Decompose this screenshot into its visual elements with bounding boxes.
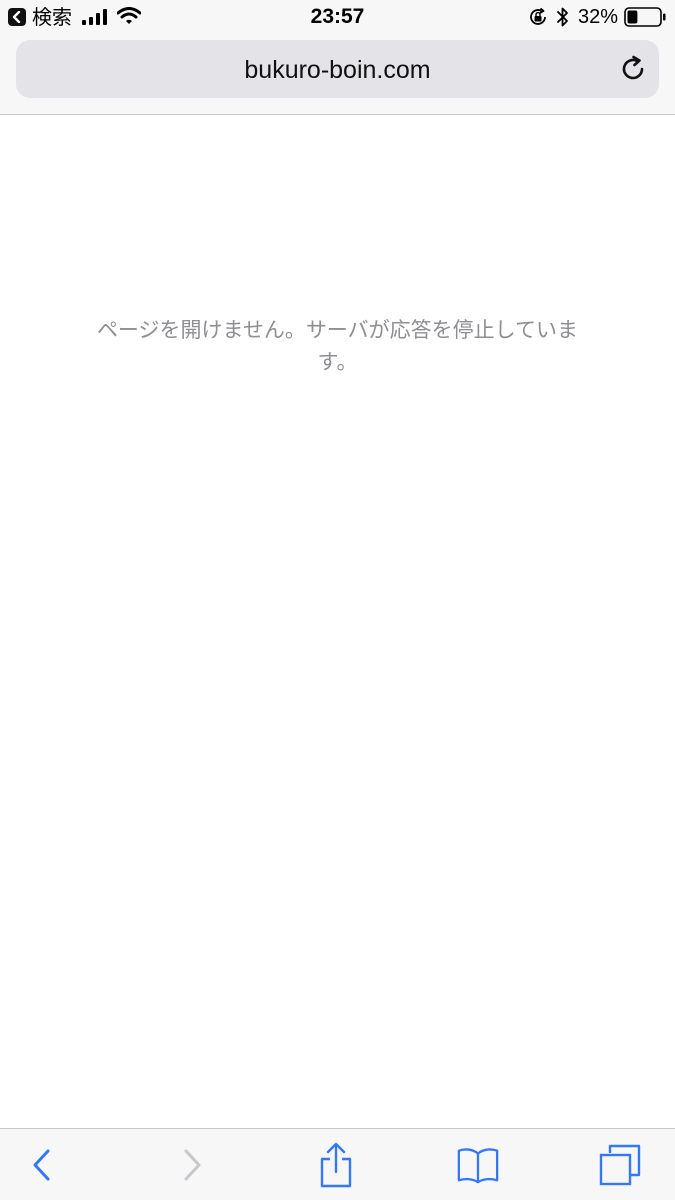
bookmarks-button[interactable] [456, 1143, 500, 1187]
bookmarks-icon [457, 1148, 499, 1184]
forward-icon [184, 1149, 201, 1181]
tabs-icon [599, 1144, 641, 1186]
url-text[interactable]: bukuro-boin.com [16, 55, 659, 85]
orientation-lock-icon [530, 7, 546, 25]
back-icon [33, 1149, 50, 1181]
address-bar-area: bukuro-boin.com [0, 36, 675, 115]
address-bar[interactable]: bukuro-boin.com [16, 40, 659, 98]
forward-button[interactable] [170, 1143, 214, 1187]
error-message: ページを開けません。サーバが応答を停止しています。 [96, 318, 579, 374]
clock: 23:57 [310, 5, 365, 28]
bottom-toolbar [0, 1128, 675, 1200]
battery-icon [624, 7, 666, 27]
share-icon [320, 1142, 352, 1188]
battery-percent: 32% [578, 6, 619, 28]
tabs-button[interactable] [598, 1143, 642, 1187]
status-bar: 検索 23:57 32% [0, 0, 675, 36]
web-content: ページを開けません。サーバが応答を停止しています。 [0, 116, 675, 1128]
back-button[interactable] [20, 1143, 64, 1187]
bluetooth-icon [557, 7, 568, 27]
share-button[interactable] [314, 1142, 358, 1188]
reload-icon[interactable] [618, 54, 648, 84]
